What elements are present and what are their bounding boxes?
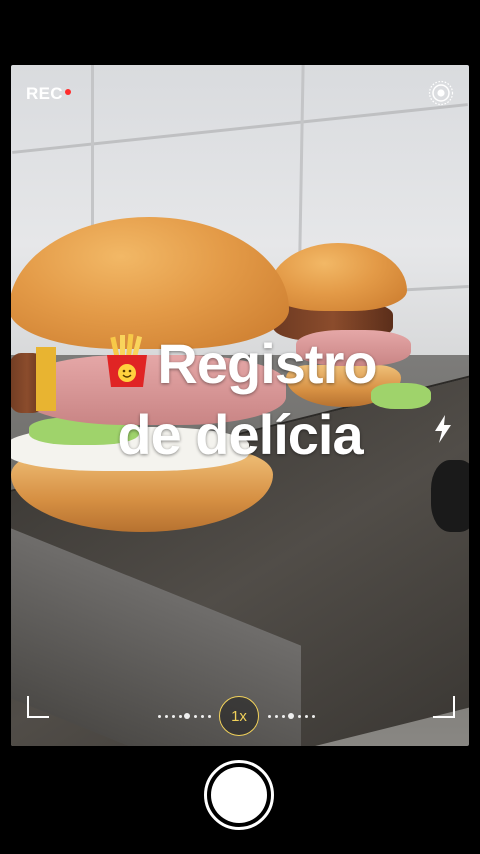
caption-text-line-2: de delícia: [117, 403, 363, 466]
zoom-tick: [201, 715, 204, 718]
camera-viewfinder[interactable]: Registro de delícia: [11, 65, 469, 746]
zoom-tick: [172, 715, 175, 718]
zoom-label: 1x: [231, 707, 247, 725]
zoom-tick: [158, 715, 161, 718]
live-photo-icon[interactable]: [428, 80, 454, 106]
zoom-tick: [305, 715, 308, 718]
shutter-button[interactable]: [204, 760, 274, 830]
zoom-tick: [312, 715, 315, 718]
zoom-tick: [275, 715, 278, 718]
zoom-tick: [179, 715, 182, 718]
caption-line-1[interactable]: Registro: [11, 333, 469, 392]
zoom-tick-major: [184, 713, 190, 719]
zoom-tick: [165, 715, 168, 718]
zoom-control[interactable]: 1x: [150, 696, 330, 736]
frame-corner-bottom-left: [27, 696, 49, 718]
zoom-tick: [208, 715, 211, 718]
flash-icon[interactable]: [432, 414, 454, 444]
rec-label: REC: [26, 84, 63, 103]
zoom-tick: [282, 715, 285, 718]
rec-indicator: REC: [26, 84, 71, 104]
zoom-1x-button[interactable]: 1x: [219, 696, 259, 736]
fries-emoji-icon: [103, 333, 151, 389]
zoom-tick: [298, 715, 301, 718]
frame-corner-bottom-right: [433, 696, 455, 718]
zoom-tick-major: [288, 713, 294, 719]
zoom-tick: [194, 715, 197, 718]
shutter-inner: [211, 767, 267, 823]
glove: [431, 460, 469, 532]
zoom-tick: [268, 715, 271, 718]
rec-dot-icon: [64, 89, 71, 95]
caption-line-2[interactable]: de delícia: [11, 407, 469, 463]
caption-text-line-1: Registro: [157, 332, 377, 395]
